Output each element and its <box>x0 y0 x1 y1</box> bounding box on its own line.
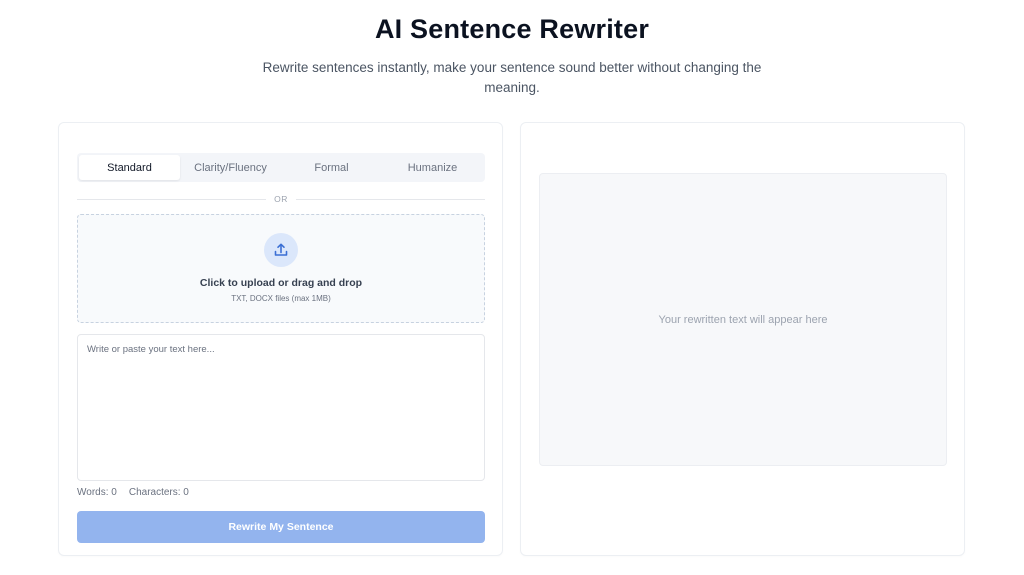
page: AI Sentence Rewriter Rewrite sentences i… <box>0 0 1024 575</box>
tab-humanize[interactable]: Humanize <box>382 155 483 180</box>
character-count: Characters: 0 <box>128 487 189 498</box>
mode-tabs: Standard Clarity/Fluency Formal Humanize <box>77 153 485 182</box>
upload-title: Click to upload or drag and drop <box>199 277 363 289</box>
or-label: OR <box>274 194 288 204</box>
text-input[interactable] <box>77 334 485 481</box>
word-count: Words: 0 <box>77 487 117 498</box>
text-counts: Words: 0 Characters: 0 <box>77 487 189 498</box>
tab-clarity-fluency[interactable]: Clarity/Fluency <box>180 155 281 180</box>
tab-standard[interactable]: Standard <box>79 155 180 180</box>
page-title: AI Sentence Rewriter <box>374 14 650 44</box>
upload-dropzone[interactable]: Click to upload or drag and drop TXT, DO… <box>77 214 485 323</box>
upload-icon <box>264 233 298 267</box>
page-subtitle: Rewrite sentences instantly, make your s… <box>262 60 762 95</box>
output-panel: Your rewritten text will appear here <box>520 122 965 556</box>
rewrite-button[interactable]: Rewrite My Sentence <box>77 511 485 543</box>
output-placeholder: Your rewritten text will appear here <box>658 313 828 326</box>
upload-hint: TXT, DOCX files (max 1MB) <box>231 294 331 303</box>
divider-line-left <box>77 198 267 200</box>
tab-formal[interactable]: Formal <box>281 155 382 180</box>
input-panel: Standard Clarity/Fluency Formal Humanize… <box>58 122 503 556</box>
divider-line-right <box>295 198 485 200</box>
or-divider: OR <box>77 193 485 205</box>
output-box: Your rewritten text will appear here <box>539 173 947 466</box>
